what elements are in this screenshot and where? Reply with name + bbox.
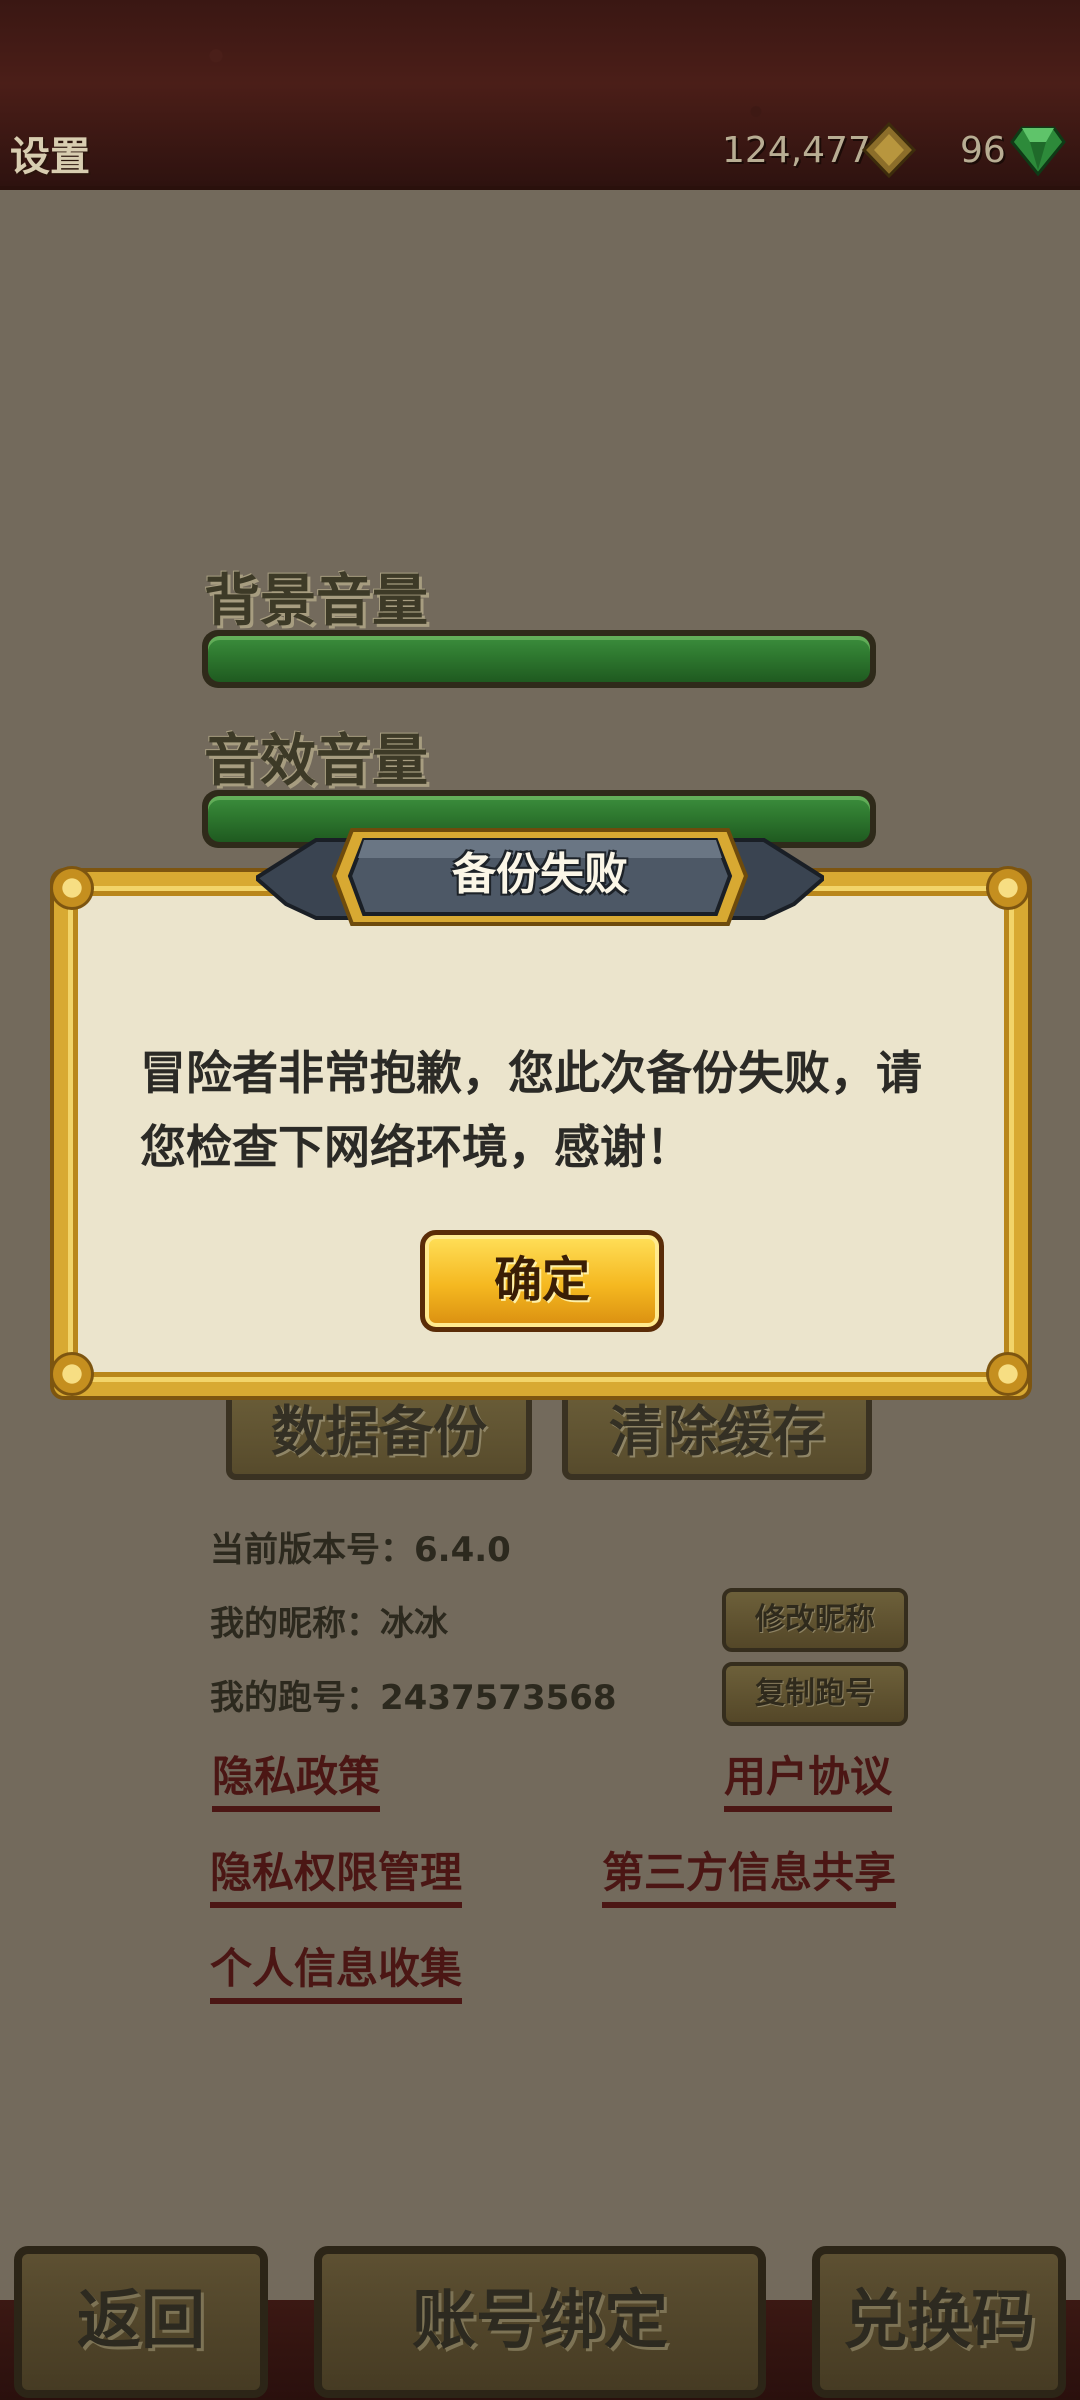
data-backup-button[interactable]: 数据备份 <box>226 1386 532 1480</box>
corner-ornament <box>986 1352 1030 1396</box>
corner-ornament <box>50 866 94 910</box>
corner-ornament <box>50 1352 94 1396</box>
privacy-policy-link[interactable]: 隐私政策 <box>212 1750 381 1812</box>
third-party-sharing-link[interactable]: 第三方信息共享 <box>602 1846 897 1908</box>
nickname-text: 我的昵称：冰冰 <box>210 1604 448 1644</box>
top-bar <box>0 0 1080 190</box>
gem-count: 96 <box>960 130 1006 171</box>
corner-ornament <box>986 866 1030 910</box>
version-text: 当前版本号：6.4.0 <box>210 1530 511 1570</box>
bgm-slider[interactable] <box>202 630 876 688</box>
bgm-slider-fill <box>208 636 870 682</box>
redeem-code-button[interactable]: 兑换码 <box>812 2246 1066 2398</box>
bgm-label: 背景音量 <box>204 569 428 634</box>
dialog-title: 备份失败 <box>452 849 628 900</box>
run-id-text: 我的跑号：2437573568 <box>210 1678 617 1718</box>
clear-cache-button[interactable]: 清除缓存 <box>562 1386 872 1480</box>
bind-account-button[interactable]: 账号绑定 <box>314 2246 766 2398</box>
dialog-message: 冒险者非常抱歉，您此次备份失败，请您检查下网络环境，感谢！ <box>140 1046 922 1174</box>
page-title: 设置 <box>10 134 90 180</box>
back-button[interactable]: 返回 <box>14 2246 268 2398</box>
confirm-button[interactable]: 确定 <box>420 1230 664 1332</box>
privacy-permission-link[interactable]: 隐私权限管理 <box>210 1846 463 1908</box>
personal-info-link[interactable]: 个人信息收集 <box>210 1942 463 2004</box>
copy-id-button[interactable]: 复制跑号 <box>722 1662 908 1726</box>
user-agreement-link[interactable]: 用户协议 <box>724 1750 893 1812</box>
green-gem-icon <box>1010 126 1066 176</box>
sfx-label: 音效音量 <box>204 729 428 794</box>
gold-diamond-icon <box>862 122 916 178</box>
edit-nickname-button[interactable]: 修改昵称 <box>722 1588 908 1652</box>
gold-count: 124,477 <box>722 130 871 171</box>
